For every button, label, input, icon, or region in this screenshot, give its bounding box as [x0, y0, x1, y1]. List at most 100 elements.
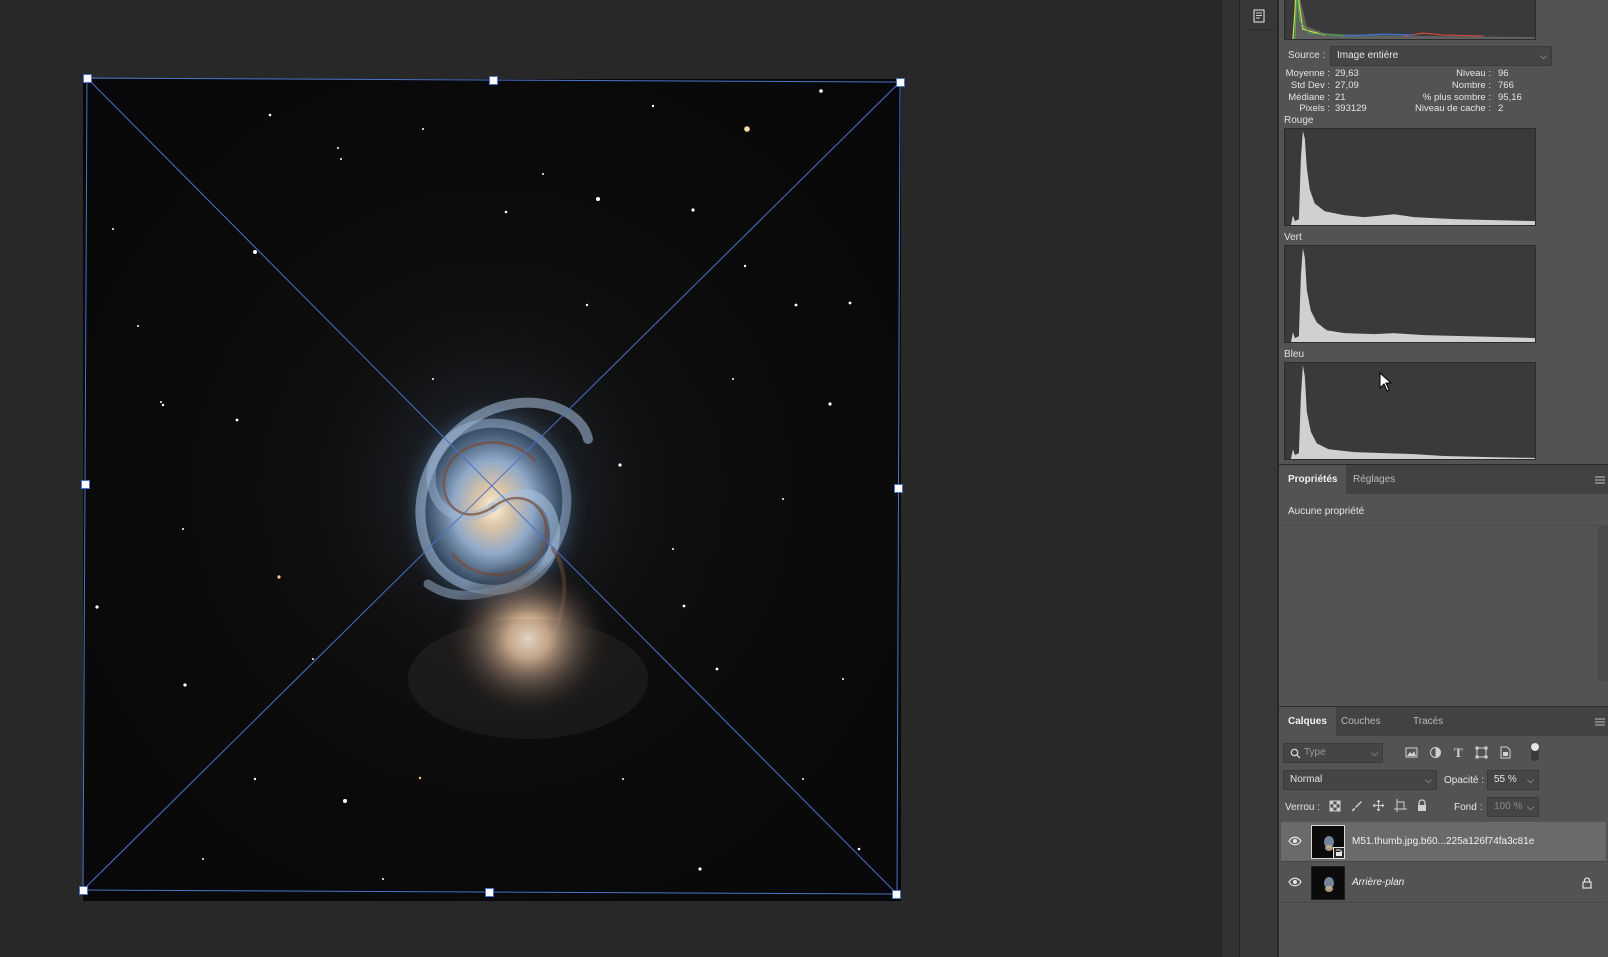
layer-thumbnail-image — [1324, 877, 1334, 892]
galaxy-image — [95, 89, 861, 880]
transform-handle-right[interactable] — [894, 484, 903, 493]
stat-cache-level-value: 2 — [1498, 103, 1504, 114]
stat-mean-label: Moyenne : — [1285, 68, 1330, 79]
stat-level-value: 96 — [1498, 68, 1509, 79]
right-panels: Source : Image entière ⌵ Moyenne : 29,63… — [1279, 0, 1608, 957]
opacity-value: 55 % — [1494, 774, 1517, 785]
canvas-area[interactable] — [0, 0, 1222, 957]
stat-median-label: Médiane : — [1288, 92, 1330, 103]
opacity-label: Opacité : — [1444, 775, 1485, 786]
filter-type-layers-icon[interactable]: T — [1454, 745, 1463, 761]
layer-row-smart-object[interactable]: M51.thumb.jpg.b60...225a126f74fa3c81e — [1281, 822, 1606, 862]
opacity-input[interactable]: 55 % ⌵ — [1487, 770, 1539, 790]
fill-label: Fond : — [1454, 802, 1483, 813]
layer-thumbnail — [1311, 866, 1345, 900]
transform-handle-bottom[interactable] — [485, 888, 494, 897]
chevron-down-icon: ⌵ — [1425, 775, 1432, 785]
transform-handle-bottom-right[interactable] — [892, 890, 901, 899]
stat-level-label: Niveau : — [1456, 68, 1491, 79]
histogram-composite-graph — [1285, 0, 1535, 39]
stat-cache-level-label: Niveau de cache : — [1414, 103, 1491, 114]
layer-filter-placeholder: Type — [1304, 747, 1326, 758]
histogram-blue — [1284, 362, 1536, 460]
stat-median-value: 21 — [1335, 92, 1346, 103]
lock-label: Verrou : — [1285, 802, 1321, 813]
tab-layers[interactable]: Calques — [1279, 707, 1336, 737]
layer-locked-icon[interactable] — [1582, 877, 1592, 889]
panel-dock-gutter — [1222, 0, 1240, 957]
notes-panel-button[interactable] — [1245, 2, 1273, 30]
lock-all-icon[interactable] — [1416, 799, 1428, 812]
layers-panel-tabs: Calques Couches Tracés — [1279, 706, 1608, 737]
properties-panel-tabs: Propriétés Réglages — [1279, 464, 1608, 495]
blend-mode-value: Normal — [1290, 774, 1323, 785]
chevron-down-icon: ⌵ — [1527, 802, 1534, 812]
histogram-blue-label: Bleu — [1284, 349, 1305, 360]
collapsed-panel-strip — [1240, 0, 1278, 957]
histogram-composite — [1284, 0, 1536, 40]
lock-transparent-pixels-icon[interactable] — [1329, 800, 1341, 812]
transform-handle-top-right[interactable] — [896, 78, 905, 87]
transform-handle-top-left[interactable] — [83, 74, 92, 83]
histogram-red — [1284, 128, 1536, 226]
visibility-eye-icon[interactable] — [1288, 836, 1302, 846]
tab-paths[interactable]: Tracés — [1404, 707, 1452, 737]
layer-filter-select[interactable]: Type ⌵ — [1283, 743, 1383, 763]
lock-image-pixels-brush-icon[interactable] — [1351, 800, 1363, 812]
mouse-cursor-icon — [1379, 372, 1393, 392]
histogram-green — [1284, 245, 1536, 343]
smart-object-badge-icon — [1333, 847, 1345, 859]
stat-percentile-label: % plus sombre : — [1422, 92, 1491, 103]
layer-name: M51.thumb.jpg.b60...225a126f74fa3c81e — [1352, 836, 1535, 847]
histogram-source-select[interactable]: Image entière ⌵ — [1330, 46, 1552, 66]
filter-toggle-knob — [1531, 743, 1539, 751]
histogram-source-value: Image entière — [1337, 50, 1399, 61]
properties-panel-body: Aucune propriété — [1279, 494, 1608, 706]
histogram-source-label: Source : — [1288, 50, 1326, 61]
document-image-m51[interactable] — [83, 79, 901, 901]
filter-pixel-layers-icon[interactable] — [1405, 746, 1418, 759]
layer-row-background[interactable]: Arrière-plan — [1281, 863, 1606, 903]
tab-channels[interactable]: Couches — [1332, 707, 1389, 737]
histogram-red-label: Rouge — [1284, 115, 1314, 126]
filter-toggle-switch[interactable] — [1531, 743, 1539, 761]
stat-mean-value: 29,63 — [1335, 68, 1359, 79]
lock-position-move-icon[interactable] — [1372, 799, 1385, 812]
stat-pixels-value: 393129 — [1335, 103, 1367, 114]
stat-count-label: Nombre : — [1451, 80, 1491, 91]
tab-adjustments[interactable]: Réglages — [1344, 465, 1404, 495]
stat-stddev-label: Std Dev : — [1290, 80, 1330, 91]
tab-properties[interactable]: Propriétés — [1279, 465, 1347, 495]
notes-icon — [1253, 8, 1265, 23]
blend-mode-select[interactable]: Normal ⌵ — [1283, 770, 1437, 790]
stat-pixels-label: Pixels : — [1299, 103, 1330, 114]
visibility-eye-icon[interactable] — [1288, 877, 1302, 887]
histogram-blue-graph — [1285, 364, 1535, 459]
histogram-green-label: Vert — [1284, 232, 1302, 243]
lock-artboard-icon[interactable] — [1394, 799, 1407, 812]
stat-percentile-value: 95,16 — [1498, 92, 1522, 103]
fill-input[interactable]: 100 % ⌵ — [1487, 797, 1539, 817]
transform-handle-left[interactable] — [81, 480, 90, 489]
chevron-down-icon: ⌵ — [1527, 775, 1534, 785]
transform-handle-top[interactable] — [489, 76, 498, 85]
layer-name: Arrière-plan — [1352, 877, 1405, 888]
transform-handle-bottom-left[interactable] — [79, 886, 88, 895]
panel-menu-icon[interactable] — [1594, 475, 1606, 485]
chevron-down-icon: ⌵ — [1371, 748, 1378, 758]
panel-menu-icon[interactable] — [1594, 717, 1606, 727]
stat-count-value: 766 — [1498, 80, 1514, 91]
histogram-red-graph — [1285, 130, 1535, 225]
filter-adjustment-layers-icon[interactable] — [1429, 746, 1442, 759]
chevron-down-icon: ⌵ — [1540, 51, 1547, 61]
filter-smart-object-icon[interactable] — [1499, 746, 1512, 759]
search-icon — [1290, 748, 1301, 759]
filter-shape-layers-icon[interactable] — [1475, 746, 1488, 759]
stat-stddev-value: 27,09 — [1335, 80, 1359, 91]
properties-divider — [1281, 525, 1606, 526]
layers-panel-body: Type ⌵ T Normal ⌵ Opacité : 55 % ⌵ Verro… — [1279, 736, 1608, 957]
histogram-green-graph — [1285, 247, 1535, 342]
fill-value: 100 % — [1494, 801, 1523, 812]
properties-scrollbar[interactable] — [1598, 526, 1608, 681]
properties-empty-text: Aucune propriété — [1288, 506, 1365, 517]
